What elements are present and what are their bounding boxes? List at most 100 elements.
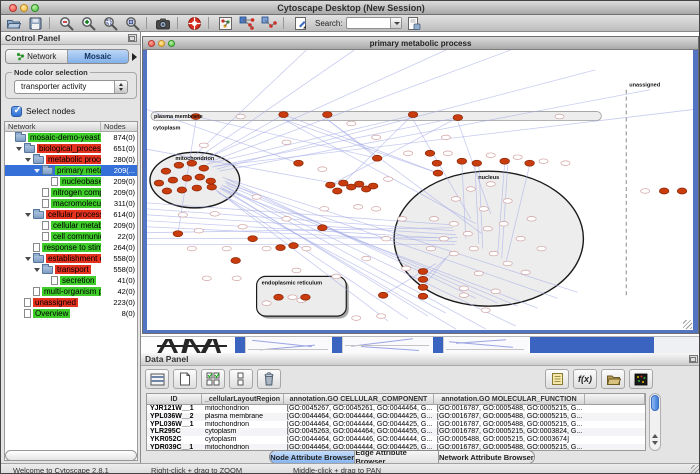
network-label-node[interactable] [539, 159, 548, 164]
tree-item-mosaic-demo-yeast[interactable]: mosaic-demo-yeast874(0) [5, 132, 137, 143]
network-node[interactable] [162, 188, 172, 194]
network-label-node[interactable] [491, 289, 500, 294]
network-node[interactable] [333, 188, 343, 194]
tab-node-attribute-browser[interactable]: Node Attribute Browser [270, 451, 355, 463]
zoom-in-button[interactable] [78, 16, 98, 31]
network-label-node[interactable] [302, 246, 311, 251]
network-label-node[interactable] [426, 246, 435, 251]
network-label-node[interactable] [449, 251, 458, 256]
float-panel-icon[interactable] [689, 355, 698, 363]
network-node[interactable] [192, 185, 202, 191]
network-label-node[interactable] [318, 167, 327, 172]
network-label-node[interactable] [372, 135, 381, 140]
attribute-notes-button[interactable] [545, 369, 569, 389]
network-node[interactable] [433, 170, 443, 176]
window-resize-grip[interactable] [691, 465, 700, 474]
network-node[interactable] [418, 284, 428, 290]
tree-item-establishment-of-l[interactable]: establishment of l558(0) [5, 253, 137, 264]
create-view-button[interactable] [259, 16, 279, 31]
network-label-node[interactable] [210, 212, 219, 217]
background-window-border[interactable] [235, 337, 245, 353]
table-cell[interactable]: [GO:0005488, GO:0005215, GO:0003674] [434, 436, 585, 444]
expand-arrow-icon[interactable] [34, 268, 40, 272]
network-label-node[interactable] [555, 114, 564, 119]
network-node[interactable] [173, 231, 183, 237]
help-button[interactable] [184, 16, 204, 31]
network-label-node[interactable] [521, 270, 530, 275]
network-label-node[interactable] [238, 224, 247, 229]
tree-item-multi-organism-pr[interactable]: multi-organism pr42(0) [5, 286, 137, 297]
tree-item-response-to-stimul[interactable]: response to stimul264(0) [5, 242, 137, 253]
network-label-node[interactable] [561, 161, 570, 166]
network-label-node[interactable] [236, 114, 245, 119]
table-cell[interactable]: [GO:0045263, GO:0044464, GO:0044455, G..… [284, 428, 434, 436]
column-header-1[interactable]: _cellularLayoutRegion [202, 394, 284, 404]
scroll-down-icon[interactable] [652, 441, 658, 445]
zoom-out-button[interactable] [56, 16, 76, 31]
network-node[interactable] [457, 158, 467, 164]
tree-item-transport[interactable]: transport558(0) [5, 264, 137, 275]
table-row[interactable]: YLR295Ccytoplasm[GO:0045263, GO:0044464,… [147, 428, 645, 436]
network-node[interactable] [338, 180, 348, 186]
tab-network-attribute-browser[interactable]: Network Attribute Browser [439, 451, 534, 463]
network-tree-header[interactable]: Network Nodes [5, 122, 137, 132]
tab-network[interactable]: Network [6, 50, 68, 63]
network-label-node[interactable] [397, 217, 406, 222]
network-label-node[interactable] [451, 197, 460, 202]
table-row[interactable]: YKR052Ccytoplasm[GO:0044464, GO:0044446,… [147, 436, 645, 444]
network-label-node[interactable] [443, 151, 452, 156]
import-attributes-button[interactable] [601, 369, 625, 389]
network-node[interactable] [453, 115, 463, 121]
network-canvas[interactable]: plasma membranecytoplasmmitochondrionnuc… [147, 50, 693, 330]
network-label-node[interactable] [382, 236, 391, 241]
network-label-node[interactable] [332, 274, 341, 279]
background-window-fragment[interactable] [342, 337, 432, 353]
network-node[interactable] [195, 174, 205, 180]
network-label-node[interactable] [347, 121, 356, 126]
attribute-matrix-button[interactable] [629, 369, 653, 389]
combo-stepper-icon[interactable] [114, 81, 127, 93]
network-label-node[interactable] [503, 261, 512, 266]
network-node[interactable] [274, 294, 284, 300]
table-scrollbar[interactable] [649, 393, 661, 451]
attribute-table-button[interactable] [145, 369, 169, 389]
network-label-node[interactable] [429, 217, 438, 222]
select-attributes-button[interactable] [201, 369, 225, 389]
tab-mosaic[interactable]: Mosaic [68, 50, 129, 63]
network-label-node[interactable] [459, 293, 468, 298]
network-overview-button[interactable] [215, 16, 235, 31]
network-label-node[interactable] [403, 151, 412, 156]
network-label-node[interactable] [178, 213, 187, 218]
float-panel-icon[interactable] [128, 34, 137, 42]
network-label-node[interactable] [486, 153, 495, 158]
table-cell[interactable]: cytoplasm [202, 436, 284, 444]
network-node[interactable] [161, 168, 171, 174]
table-cell[interactable]: YKR052C [147, 436, 202, 444]
network-label-node[interactable] [439, 236, 448, 241]
tab-edge-attribute-browser[interactable]: Edge Attribute Browser [355, 451, 438, 463]
network-label-node[interactable] [232, 276, 241, 281]
save-session-button[interactable] [25, 16, 45, 31]
table-cell[interactable]: cytoplasm [202, 428, 284, 436]
annotation-button[interactable] [290, 16, 310, 31]
tree-col-nodes[interactable]: Nodes [101, 122, 137, 131]
network-label-node[interactable] [320, 207, 329, 212]
table-cell[interactable]: YLR295C [147, 428, 202, 436]
zoom-fit-button[interactable] [122, 16, 142, 31]
network-label-node[interactable] [384, 177, 393, 182]
network-node[interactable] [182, 175, 192, 181]
node-color-combo[interactable]: transporter activity [14, 80, 128, 94]
network-label-node[interactable] [449, 221, 458, 226]
tree-item-cell-communicat[interactable]: cell communicat22(0) [5, 231, 137, 242]
expand-arrow-icon[interactable] [25, 158, 31, 162]
expand-arrow-icon[interactable] [34, 169, 40, 173]
view-resize-grip[interactable] [683, 320, 692, 329]
expand-arrow-icon[interactable] [16, 147, 22, 151]
network-label-node[interactable] [486, 182, 495, 187]
network-label-node[interactable] [441, 135, 450, 140]
network-label-node[interactable] [401, 266, 410, 271]
table-cell[interactable]: [GO:0016787, GO:0005488, GO:0005215, G..… [434, 413, 585, 421]
network-node[interactable] [432, 160, 442, 166]
network-label-node[interactable] [199, 143, 208, 148]
table-row[interactable]: YJR121W__1mitochondrion[GO:0045267, GO:0… [147, 405, 645, 413]
